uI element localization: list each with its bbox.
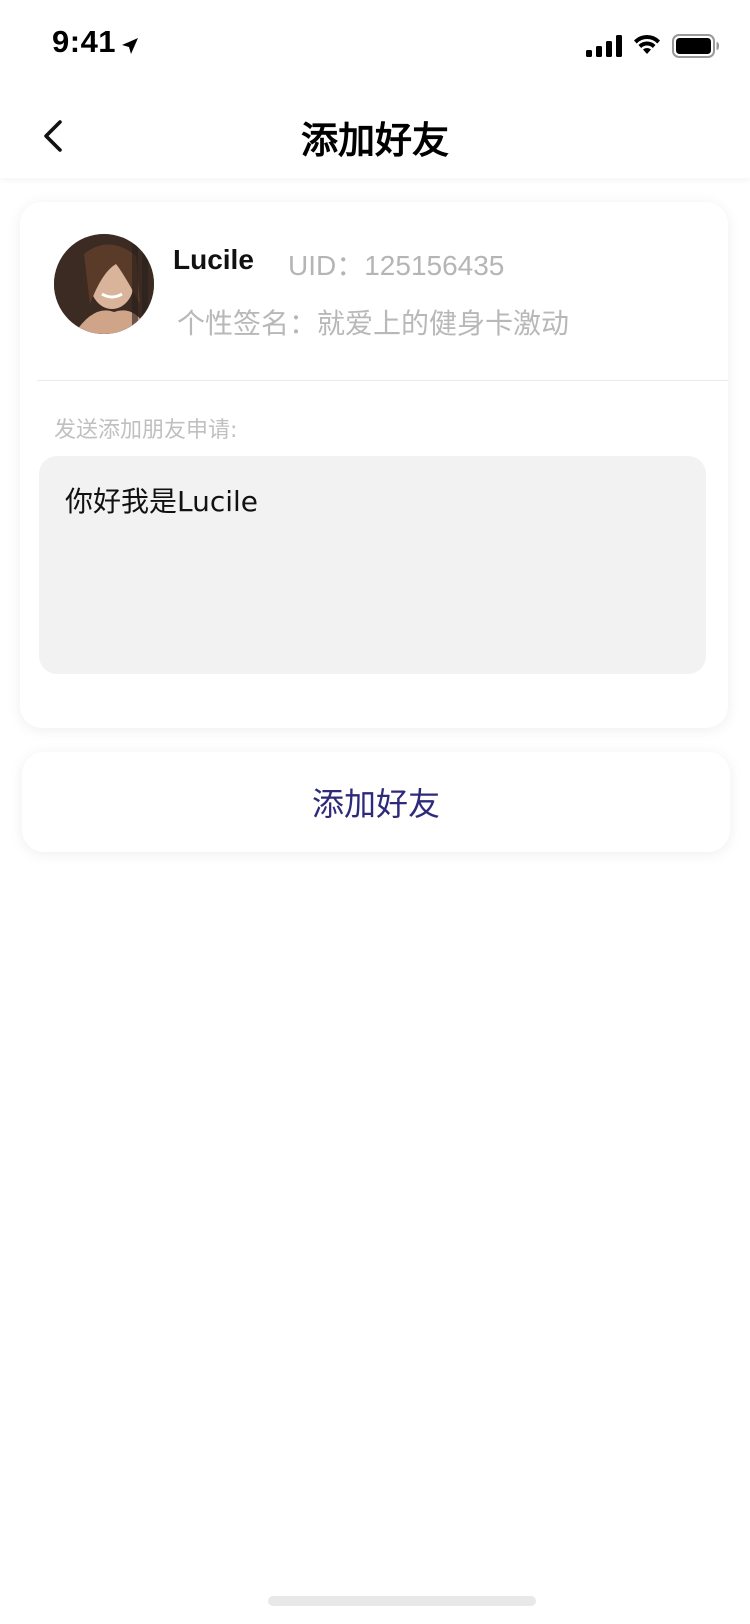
add-friend-button[interactable]: 添加好友 bbox=[22, 752, 730, 852]
status-bar: 9:41 bbox=[0, 0, 750, 88]
home-indicator bbox=[268, 1596, 536, 1606]
user-signature: 个性签名：就爱上的健身卡激动 bbox=[177, 307, 570, 340]
status-time: 9:41 bbox=[52, 24, 117, 59]
user-uid: UID：125156435 bbox=[288, 250, 505, 281]
cellular-signal-icon bbox=[586, 35, 622, 57]
request-message-input[interactable]: 你好我是Lucile bbox=[39, 456, 706, 674]
nav-bar: 添加好友 bbox=[0, 88, 750, 178]
user-name: Lucile bbox=[173, 244, 254, 275]
profile-card: Lucile UID：125156435 个性签名：就爱上的健身卡激动 发送添加… bbox=[20, 202, 728, 728]
avatar-photo bbox=[54, 234, 154, 334]
wifi-icon bbox=[634, 34, 660, 54]
location-arrow-icon bbox=[122, 38, 138, 54]
battery-icon bbox=[672, 34, 719, 58]
divider bbox=[37, 380, 728, 381]
request-label: 发送添加朋友申请: bbox=[54, 418, 238, 443]
avatar bbox=[54, 234, 154, 334]
page-title: 添加好友 bbox=[301, 119, 449, 162]
